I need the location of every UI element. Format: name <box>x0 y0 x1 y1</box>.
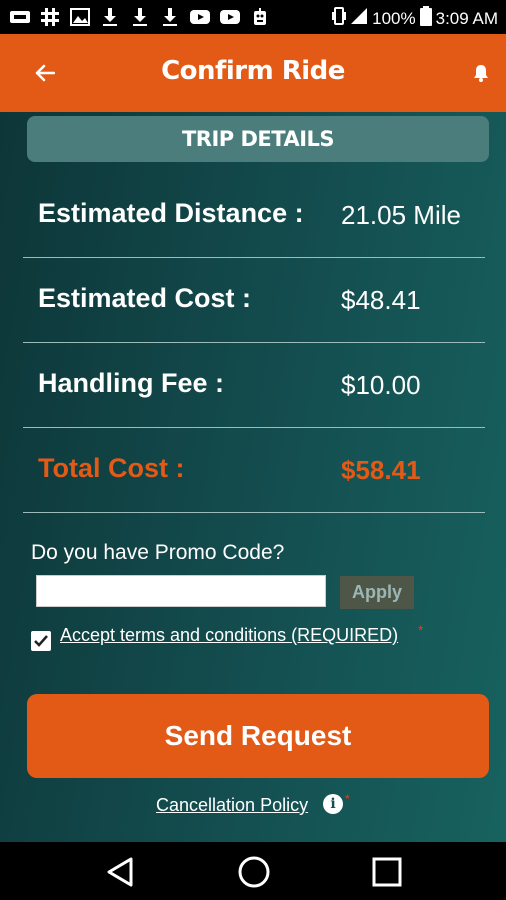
status-bar: 100% 3:09 AM <box>0 0 506 34</box>
total-cost-label: Total Cost : <box>38 453 185 483</box>
send-request-button[interactable]: Send Request <box>27 694 489 778</box>
status-right: 100% 3:09 AM <box>332 6 498 31</box>
handling-fee-value: $10.00 <box>341 370 421 400</box>
home-nav-button[interactable] <box>236 854 272 890</box>
terms-checkbox[interactable] <box>31 631 51 651</box>
promo-code-input[interactable] <box>36 575 326 607</box>
download-icon <box>158 6 182 28</box>
info-icon[interactable]: i <box>323 794 343 814</box>
back-nav-button[interactable] <box>102 854 138 890</box>
checkmark-icon <box>34 635 48 647</box>
distance-label: Estimated Distance : <box>38 198 304 228</box>
cost-value: $48.41 <box>341 285 421 315</box>
distance-row: Estimated Distance : 21.05 Mile <box>23 174 485 258</box>
signal-icon <box>350 7 368 30</box>
battery-percent: 100% <box>372 8 416 28</box>
promo-code-label: Do you have Promo Code? <box>31 541 285 564</box>
cancellation-policy-link[interactable]: Cancellation Policy <box>156 795 308 816</box>
page-title: Confirm Ride <box>161 56 345 86</box>
distance-value: 21.05 Mile <box>341 200 461 230</box>
youtube-icon <box>218 6 242 28</box>
image-icon <box>68 6 92 28</box>
notification-icons <box>8 6 272 28</box>
square-recents-icon <box>372 857 402 887</box>
terms-link[interactable]: Accept terms and conditions (REQUIRED) <box>60 625 398 646</box>
cancellation-required-mark: * <box>345 792 350 806</box>
usb-icon <box>8 6 32 28</box>
robot-icon <box>248 6 272 28</box>
handling-fee-row: Handling Fee : $10.00 <box>23 344 485 428</box>
clock: 3:09 AM <box>435 8 498 28</box>
recents-nav-button[interactable] <box>369 854 405 890</box>
navigation-bar <box>0 842 506 900</box>
download-icon <box>128 6 152 28</box>
apply-button[interactable]: Apply <box>340 576 414 609</box>
cost-row: Estimated Cost : $48.41 <box>23 259 485 343</box>
handling-fee-label: Handling Fee : <box>38 368 225 398</box>
vibrate-icon <box>332 7 347 30</box>
youtube-icon <box>188 6 212 28</box>
content-area: TRIP DETAILS Estimated Distance : 21.05 … <box>0 112 506 842</box>
circle-home-icon <box>238 856 270 888</box>
bell-icon <box>474 65 488 82</box>
triangle-back-icon <box>107 857 133 887</box>
notifications-button[interactable] <box>470 62 492 84</box>
terms-required-mark: * <box>418 622 424 638</box>
total-cost-row: Total Cost : $58.41 <box>23 429 485 513</box>
cost-label: Estimated Cost : <box>38 283 252 313</box>
total-cost-value: $58.41 <box>341 455 421 485</box>
trip-details-header: TRIP DETAILS <box>27 116 489 162</box>
download-icon <box>98 6 122 28</box>
app-bar: Confirm Ride <box>0 34 506 112</box>
slack-icon <box>38 6 62 28</box>
battery-icon <box>419 6 432 31</box>
